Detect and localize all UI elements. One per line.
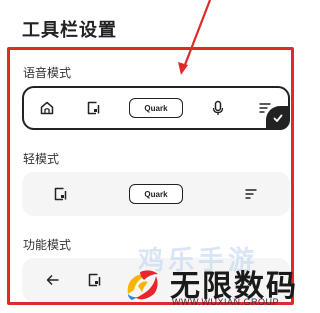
section-label-function-mode: 功能模式	[23, 238, 72, 252]
toolbar-option-light-mode[interactable]: Quark	[22, 172, 290, 216]
watermark-logo-icon	[127, 270, 158, 300]
watermark-sub-text: WWW.WUXIAN.GROUP	[172, 297, 279, 307]
selected-check-icon	[266, 106, 290, 130]
menu-lines-icon	[240, 183, 262, 205]
toolbar-option-voice-mode[interactable]: Quark	[22, 86, 290, 130]
page-title: 工具栏设置	[22, 20, 117, 41]
tabs-icon	[84, 269, 106, 291]
back-arrow-icon	[42, 269, 64, 291]
section-label-voice-mode: 语音模式	[23, 66, 72, 80]
tabs-icon	[83, 97, 105, 119]
home-icon	[36, 97, 58, 119]
quark-button: Quark	[128, 184, 183, 204]
tabs-icon	[50, 183, 72, 205]
microphone-icon	[207, 97, 229, 119]
watermark: 鸡乐手游 无限数码 WWW.WUXIAN.GROUP	[118, 240, 307, 313]
quark-button: Quark	[128, 98, 183, 118]
toolbar-settings-page: 工具栏设置 语音模式 Quark 轻模式 Quark 功能模式 鸡乐手游 无限数…	[0, 0, 307, 313]
section-label-light-mode: 轻模式	[23, 152, 60, 166]
